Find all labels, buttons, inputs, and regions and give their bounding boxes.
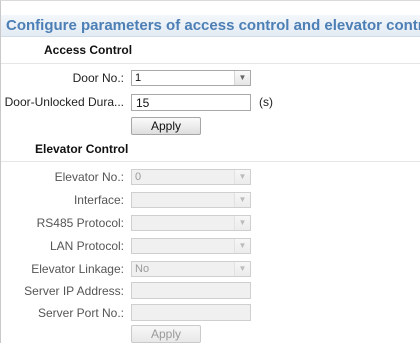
server-port-label: Server Port No.: xyxy=(37,306,124,320)
lan-protocol-label: LAN Protocol: xyxy=(49,239,124,253)
chevron-down-icon[interactable]: ▼ xyxy=(234,216,250,230)
access-control-heading: Access Control xyxy=(44,43,133,57)
door-no-label: Door No.: xyxy=(72,71,124,85)
server-port-input[interactable] xyxy=(131,304,251,321)
page-title: Configure parameters of access control a… xyxy=(6,17,420,34)
elevator-linkage-value: No xyxy=(135,263,150,275)
chevron-down-icon[interactable]: ▼ xyxy=(234,239,250,253)
interface-select[interactable]: ▼ xyxy=(131,192,251,208)
divider xyxy=(1,63,420,64)
elevator-no-label: Elevator No.: xyxy=(54,170,124,184)
server-ip-input[interactable] xyxy=(131,282,251,299)
config-panel: Configure parameters of access control a… xyxy=(0,0,420,343)
elevator-control-heading: Elevator Control xyxy=(35,142,129,156)
panel-header: Configure parameters of access control a… xyxy=(1,15,420,37)
access-apply-button[interactable]: Apply xyxy=(131,117,201,135)
elevator-no-value: 0 xyxy=(135,171,142,183)
chevron-down-icon[interactable]: ▼ xyxy=(234,262,250,276)
door-unlocked-duration-label: Door-Unlocked Dura... xyxy=(4,95,124,109)
rs485-protocol-label: RS485 Protocol: xyxy=(36,216,124,230)
elevator-linkage-select[interactable]: No ▼ xyxy=(131,261,251,277)
divider xyxy=(1,161,420,162)
interface-label: Interface: xyxy=(73,193,124,207)
elevator-no-select[interactable]: 0 ▼ xyxy=(131,169,251,185)
seconds-unit: (s) xyxy=(259,95,273,109)
door-unlocked-duration-value: 15 xyxy=(136,96,150,110)
elevator-apply-button[interactable]: Apply xyxy=(131,325,201,343)
elevator-linkage-label: Elevator Linkage: xyxy=(31,262,124,276)
door-unlocked-duration-input[interactable]: 15 xyxy=(131,94,251,111)
rs485-protocol-select[interactable]: ▼ xyxy=(131,215,251,231)
door-no-value: 1 xyxy=(135,72,142,84)
chevron-down-icon[interactable]: ▼ xyxy=(234,193,250,207)
server-ip-label: Server IP Address: xyxy=(24,284,124,298)
chevron-down-icon[interactable]: ▼ xyxy=(234,71,250,85)
chevron-down-icon[interactable]: ▼ xyxy=(234,170,250,184)
door-no-select[interactable]: 1 ▼ xyxy=(131,70,251,86)
lan-protocol-select[interactable]: ▼ xyxy=(131,238,251,254)
